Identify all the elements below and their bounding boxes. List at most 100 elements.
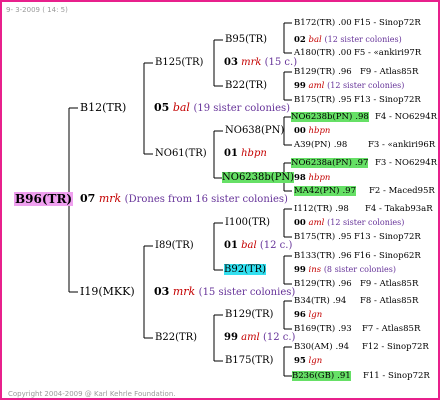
gen4-row: B129(TR) .96 xyxy=(294,278,352,290)
gen3-queen-3: NO638(PN) xyxy=(225,125,285,136)
gen3-6-label: B92(TR) xyxy=(224,264,267,275)
gen4-highlight: NO6238a(PN) .97 xyxy=(291,158,369,168)
gen4-origin: F16 - Sinop62R xyxy=(354,251,421,261)
gen3-1-year: 02 xyxy=(294,35,306,45)
gen4-origin: F4 - Takab93aR xyxy=(365,204,433,214)
gen3-queen-8: B175(TR) xyxy=(225,355,274,366)
gen4-value: .95 xyxy=(338,95,352,105)
gen3-5-note: (12 sister colonies) xyxy=(327,218,405,227)
gen3-4-mating-info: 98 hbpn xyxy=(294,172,330,184)
gen4-row: B236(GB) .91 xyxy=(292,370,351,382)
gen4-row: B169(TR) .93 xyxy=(294,323,352,335)
gen4-origin: F9 - Atlas85R xyxy=(360,279,419,289)
gen3-8-mating-info: 95 lgn xyxy=(294,355,322,367)
gen4-origin: F7 - Atlas85R xyxy=(362,324,421,334)
gen4-value: .98 xyxy=(335,204,349,214)
gen3-8-year: 95 xyxy=(294,356,306,366)
gen4-value: .98 xyxy=(355,112,369,122)
gen4-value: .91 xyxy=(337,371,351,381)
gen3-queen-1: B95(TR) xyxy=(225,34,268,45)
gen4-label: B175(TR) xyxy=(294,232,336,242)
root-tag: mrk xyxy=(98,192,122,205)
root-queen: B96(TR) xyxy=(14,192,74,206)
gen3-queen-7: B129(TR) xyxy=(225,309,274,320)
gen3-5-year: 00 xyxy=(294,218,306,228)
gen4-value: .93 xyxy=(338,324,352,334)
root-year: 07 xyxy=(80,192,96,205)
gen2-3-note: (12 c.) xyxy=(259,240,293,251)
gen3-7-year: 96 xyxy=(294,310,306,320)
gen4-label: B133(TR) xyxy=(294,251,336,261)
gen4-row: MA42(PN) .97 xyxy=(294,185,356,197)
gen2-4-mating-info: 99 aml (12 c.) xyxy=(224,332,295,344)
gen4-label: A39(PN) xyxy=(294,140,331,150)
gen4-row: A39(PN) .98 xyxy=(294,139,347,151)
gen2-4-year: 99 xyxy=(224,332,238,343)
gen4-row: B34(TR) .94 xyxy=(294,295,346,307)
gen1-2-tag: mrk xyxy=(172,285,196,298)
gen2-4-tag: aml xyxy=(241,332,260,343)
gen4-row: B133(TR) .96 xyxy=(294,250,352,262)
gen3-queen-6: B92(TR) xyxy=(224,264,267,276)
gen2-2-tag: hbpn xyxy=(241,148,267,159)
gen3-6-mating-info: 99 ins (8 sister colonies) xyxy=(294,264,396,276)
gen3-3-year: 00 xyxy=(294,126,306,136)
gen3-queen-5: I100(TR) xyxy=(225,217,271,228)
gen4-value: .96 xyxy=(338,279,352,289)
gen1-1-note: (19 sister colonies) xyxy=(193,103,291,114)
gen4-origin: F11 - Sinop72R xyxy=(363,371,430,381)
gen3-6-note: (8 sister colonies) xyxy=(323,265,396,274)
gen2-4-note: (12 c.) xyxy=(262,332,296,343)
gen4-value: .94 xyxy=(332,296,347,306)
gen4-value: .96 xyxy=(338,67,352,77)
gen4-row: NO6238a(PN) .97 xyxy=(291,157,369,169)
gen3-6-tag: ins xyxy=(308,265,322,275)
gen4-label: B175(TR) xyxy=(294,95,336,105)
gen4-label: B129(TR) xyxy=(294,67,336,77)
timestamp-header: 9- 3-2009 ( 14: 5) xyxy=(6,6,68,14)
copyright-footer: Copyright 2004-2009 @ Karl Kehrle Founda… xyxy=(8,390,176,398)
gen1-1-tag: bal xyxy=(172,101,190,114)
gen4-value: .97 xyxy=(354,158,369,168)
gen3-2-mating-info: 99 aml (12 sister colonies) xyxy=(294,80,404,92)
gen4-row: B129(TR) .96 xyxy=(294,66,352,78)
gen3-1-mating-info: 02 bal (12 sister colonies) xyxy=(294,34,402,46)
gen3-1-note: (12 sister colonies) xyxy=(324,35,402,44)
gen4-value: .98 xyxy=(333,140,348,150)
gen4-origin: F3 - NO6294R xyxy=(375,158,438,168)
gen4-row: B172(TR) .00 xyxy=(294,17,352,29)
gen4-row: A180(TR) .00 xyxy=(294,47,352,59)
gen4-value: .00 xyxy=(338,48,352,58)
gen4-origin: F3 - «ankiri96R xyxy=(368,140,436,150)
gen4-origin: F12 - Sinop72R xyxy=(362,342,429,352)
gen3-2-note: (12 sister colonies) xyxy=(327,81,405,90)
gen4-highlight: MA42(PN) .97 xyxy=(294,186,356,196)
gen3-8-tag: lgn xyxy=(308,356,323,366)
root-note: (Drones from 16 sister colonies) xyxy=(124,194,288,205)
gen2-1-note: (15 c.) xyxy=(264,57,298,68)
gen4-row: B30(AM) .94 xyxy=(294,341,349,353)
gen2-queen-2: NO61(TR) xyxy=(155,148,207,159)
gen1-2-note: (15 sister colonies) xyxy=(198,287,296,298)
gen2-1-mating-info: 03 mrk (15 c.) xyxy=(224,57,297,69)
gen3-5-tag: aml xyxy=(308,218,325,228)
gen4-label: NO6238a(PN) xyxy=(291,158,352,168)
gen3-3-mating-info: 00 hbpn xyxy=(294,125,330,137)
gen3-4-year: 98 xyxy=(294,173,306,183)
gen4-value: .97 xyxy=(342,186,356,196)
gen4-label: B30(AM) xyxy=(294,342,333,352)
gen4-row: B175(TR) .95 xyxy=(294,94,352,106)
pedigree-chart: 9- 3-2009 ( 14: 5) B96(TR) 07 mrk (Drone… xyxy=(0,0,440,400)
gen1-1-mating-info: 05 bal (19 sister colonies) xyxy=(154,102,290,115)
gen2-queen-3: I89(TR) xyxy=(155,240,194,251)
gen4-value: .94 xyxy=(335,342,350,352)
gen4-label: B169(TR) xyxy=(294,324,336,334)
gen4-origin: F13 - Sinop72R xyxy=(354,232,421,242)
gen2-2-year: 01 xyxy=(224,148,238,159)
gen3-2-tag: aml xyxy=(308,81,325,91)
gen1-1-year: 05 xyxy=(154,101,170,114)
root-queen-label: B96(TR) xyxy=(14,192,74,206)
gen4-value: .95 xyxy=(338,232,352,242)
gen2-3-year: 01 xyxy=(224,240,238,251)
gen4-label: B34(TR) xyxy=(294,296,330,306)
